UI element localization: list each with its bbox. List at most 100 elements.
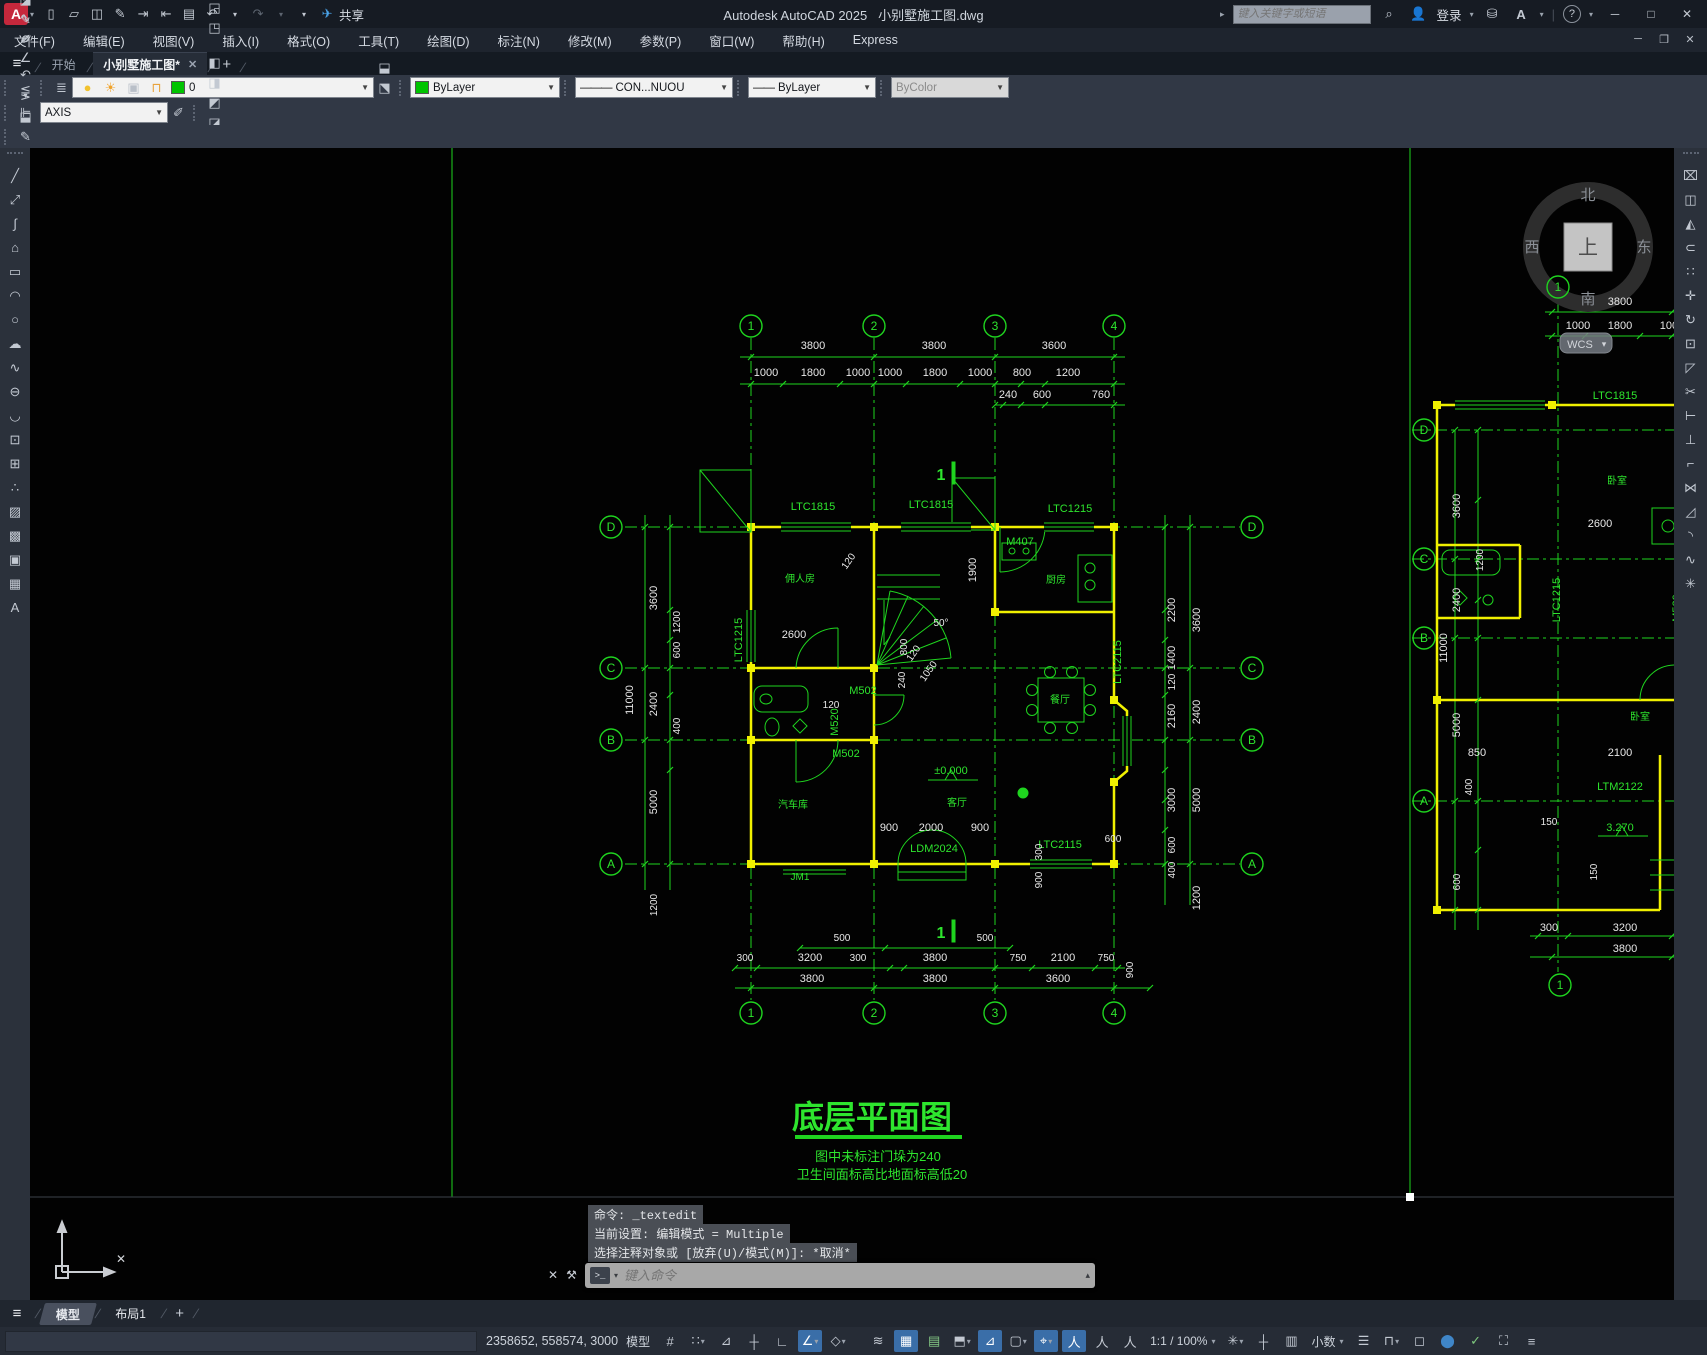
toolbar-grip[interactable] xyxy=(880,79,887,96)
polar-tracking-icon[interactable]: ∠ ▾ xyxy=(798,1330,823,1352)
crosshair-icon[interactable]: ┼ xyxy=(1251,1330,1275,1352)
help-dropdown-icon[interactable]: ▾ xyxy=(1589,10,1593,19)
rotate-ref-icon[interactable]: ◳ xyxy=(204,18,225,38)
copy-icon[interactable]: ◫ xyxy=(1679,189,1703,210)
snap-grid-icon[interactable]: ▦ xyxy=(894,1330,919,1352)
tab-layout1[interactable]: 布局1 xyxy=(101,1303,160,1325)
cli-icon[interactable]: >_ xyxy=(590,1267,610,1284)
tab-close-icon[interactable]: ✕ xyxy=(188,58,197,71)
isodraft-icon-dropdown[interactable]: ▾ xyxy=(842,1337,846,1346)
drawing-canvas[interactable]: 12341234DCBADCBA11DCBA 3800 3800 3600 1000 1… xyxy=(30,148,1674,1300)
autodesk-a-icon[interactable]: A xyxy=(1511,4,1532,24)
menu-tools[interactable]: 工具(T) xyxy=(344,28,413,52)
trim-icon[interactable]: ✂ xyxy=(1679,381,1703,402)
tab-start[interactable]: 开始 xyxy=(42,53,86,75)
menu-format[interactable]: 格式(O) xyxy=(273,28,344,52)
qnew-icon[interactable]: ▯ xyxy=(40,3,62,25)
app-store-icon[interactable]: ⛁ xyxy=(1482,4,1503,24)
hatch-icon[interactable]: ▨ xyxy=(3,501,27,522)
layer-properties-icon[interactable]: ≣ xyxy=(51,78,72,98)
dim-angular-icon[interactable]: ∠ xyxy=(15,48,36,68)
spline-icon[interactable]: ∿ xyxy=(3,357,27,378)
isolate-objects-icon[interactable]: ◻ xyxy=(1408,1330,1432,1352)
edit-block-icon[interactable]: ⬓ xyxy=(15,107,36,127)
layer-bulb-icon[interactable]: ● xyxy=(77,78,98,98)
array-icon[interactable]: ∷ xyxy=(1679,261,1703,282)
dynamic-ucs-icon-dropdown[interactable]: ▾ xyxy=(967,1337,971,1346)
color-combo-dropdown-icon[interactable]: ▼ xyxy=(547,83,555,92)
toolbar-grip[interactable] xyxy=(7,152,23,159)
menu-modify[interactable]: 修改(M) xyxy=(554,28,626,52)
osnap-icon[interactable]: 人 xyxy=(1062,1330,1087,1352)
toolbar-grip[interactable] xyxy=(1682,152,1699,159)
fillet-icon[interactable]: ◝ xyxy=(1679,525,1703,546)
layer-sun-icon[interactable]: ☀ xyxy=(100,78,121,98)
explode-icon[interactable]: ✳ xyxy=(1679,573,1703,594)
erase-icon[interactable]: ⌧ xyxy=(1679,165,1703,186)
search-icon[interactable]: ⌕ xyxy=(1379,4,1400,24)
menu-dimension[interactable]: 标注(N) xyxy=(484,28,554,52)
search-input[interactable] xyxy=(1232,4,1371,24)
gradient-icon[interactable]: ▩ xyxy=(3,525,27,546)
insert-block-icon[interactable]: ⊡ xyxy=(3,429,27,450)
redo-icon[interactable]: ↷ xyxy=(247,3,269,25)
lock-ui-icon[interactable]: ⊓ ▾ xyxy=(1380,1330,1404,1352)
mirror-icon[interactable]: ◭ xyxy=(1679,213,1703,234)
menu-view[interactable]: 视图(V) xyxy=(139,28,209,52)
otrack-icon[interactable]: ⌖ ▾ xyxy=(1034,1330,1059,1352)
graphics-performance-icon[interactable]: ✓ xyxy=(1464,1330,1488,1352)
toolbar-grip[interactable] xyxy=(564,79,571,96)
stretch-icon[interactable]: ◸ xyxy=(1679,357,1703,378)
rotate-icon[interactable]: ↻ xyxy=(1679,309,1703,330)
layer-previous-icon[interactable]: ⬔ xyxy=(374,78,395,98)
doc-close-icon[interactable]: ✕ xyxy=(1677,28,1703,50)
command-close-icon[interactable]: ✕ xyxy=(548,1268,558,1282)
chamfer-icon[interactable]: ◿ xyxy=(1679,501,1703,522)
command-bar[interactable]: >_ ▾ ▴ xyxy=(585,1263,1095,1288)
units-label-dropdown[interactable]: ▾ xyxy=(1340,1337,1344,1346)
point-icon[interactable]: ∴ xyxy=(3,477,27,498)
plot-icon[interactable]: ▤ xyxy=(178,3,200,25)
snap-mode-icon[interactable]: ∷ ▾ xyxy=(686,1330,710,1352)
layer-lock-icon[interactable]: ⊓ xyxy=(146,78,167,98)
isodraft-icon[interactable]: ◇ ▾ xyxy=(826,1330,850,1352)
otrack-icon-dropdown[interactable]: ▾ xyxy=(1048,1337,1052,1346)
ellipse-icon[interactable]: ⊖ xyxy=(3,381,27,402)
menu-parametric[interactable]: 参数(P) xyxy=(626,28,696,52)
fullscreen-icon[interactable]: ⛶ xyxy=(1492,1330,1516,1352)
open-from-mobile-icon[interactable]: ⇥ xyxy=(132,3,154,25)
paper-icon[interactable]: ▤ xyxy=(922,1330,946,1352)
ellipse-arc-icon[interactable]: ◡ xyxy=(3,405,27,426)
open-icon[interactable]: ▱ xyxy=(63,3,85,25)
lock-ui-icon-dropdown[interactable]: ▾ xyxy=(1395,1337,1399,1346)
clean-screen-icon[interactable]: ⬤ xyxy=(1436,1330,1460,1352)
qdim-icon[interactable]: ⋚ xyxy=(15,83,36,103)
offset-ref-icon[interactable]: ◲ xyxy=(204,0,225,18)
dim-jogged-icon[interactable]: ∿ xyxy=(15,8,36,28)
break-icon[interactable]: ⌐ xyxy=(1679,453,1703,474)
cli-history-icon[interactable]: ▴ xyxy=(1085,1270,1090,1281)
doc-restore-icon[interactable]: ❐ xyxy=(1651,28,1677,50)
new-layout-icon[interactable]: + xyxy=(168,1303,192,1325)
save-to-mobile-icon[interactable]: ⇤ xyxy=(155,3,177,25)
help-icon[interactable]: ? xyxy=(1562,5,1581,23)
layout-menu-icon[interactable]: ≡ xyxy=(0,1302,34,1325)
user-icon[interactable]: 👤 xyxy=(1408,4,1429,24)
toolbar-grip[interactable] xyxy=(193,104,200,121)
a-dropdown-icon[interactable]: ▾ xyxy=(1540,10,1544,19)
polyline-icon[interactable]: ∫ xyxy=(3,213,27,234)
toolbar-grip[interactable] xyxy=(4,128,11,145)
dim-style-combo[interactable]: AXIS ▼ xyxy=(40,102,168,123)
arc-icon[interactable]: ◠ xyxy=(3,285,27,306)
stretch-ref-icon[interactable]: ◩ xyxy=(204,93,225,113)
snap-mode-icon-dropdown[interactable]: ▾ xyxy=(701,1337,705,1346)
toolbar-grip[interactable] xyxy=(737,79,744,96)
doc-minimize-icon[interactable]: ─ xyxy=(1625,28,1651,50)
annotation-scale-label[interactable]: 1:1 / 100% ▾ xyxy=(1146,1334,1219,1348)
selection-cycling-icon[interactable]: ≋ xyxy=(866,1330,890,1352)
signin-dropdown-icon[interactable]: ▾ xyxy=(1470,10,1474,19)
construction-line-icon[interactable]: ⤢ xyxy=(3,189,27,210)
revision-cloud-icon[interactable]: ☁ xyxy=(3,333,27,354)
selection-grip[interactable] xyxy=(1406,1193,1414,1201)
customization-icon[interactable]: ≡ xyxy=(1520,1330,1544,1352)
